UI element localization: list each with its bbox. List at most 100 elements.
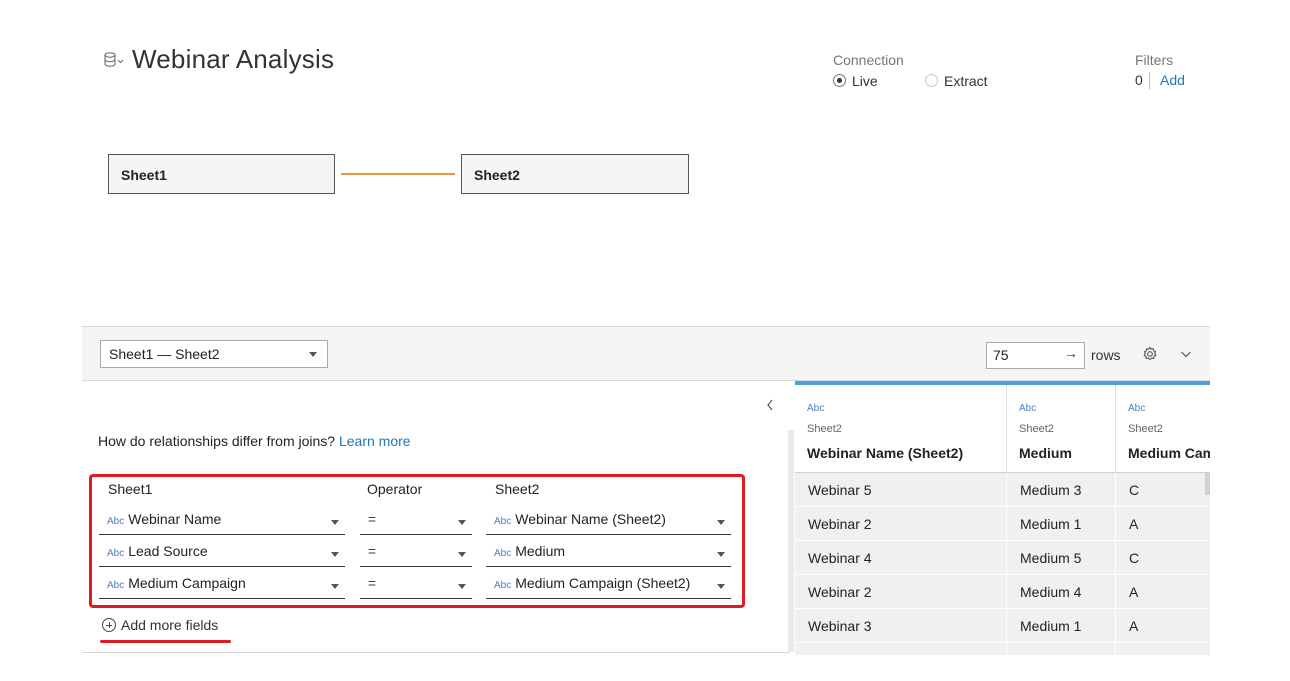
caret-down-icon (331, 552, 339, 557)
table-cell[interactable]: Medium 1 (1007, 507, 1116, 541)
column-source: Sheet2 (807, 423, 842, 435)
caret-down-icon (717, 520, 725, 525)
table-cell[interactable]: C (1116, 473, 1210, 507)
relationship-select[interactable]: Sheet1 — Sheet2 (100, 340, 328, 368)
operator-select[interactable]: = (360, 543, 472, 567)
add-more-fields-button[interactable]: Add more fields (102, 617, 218, 633)
add-filter-link[interactable]: Add (1160, 72, 1185, 88)
live-label: Live (852, 73, 878, 89)
caret-down-icon (458, 520, 466, 525)
column-source: Sheet2 (1128, 423, 1163, 435)
right-field-value: Medium (515, 543, 566, 559)
caret-down-icon (309, 352, 317, 357)
column-name: Webinar Name (Sheet2) (807, 445, 964, 461)
table-cell[interactable]: A (1116, 643, 1210, 655)
grid-column-header[interactable]: Abc Sheet2 Webinar Name (Sheet2) (795, 385, 1007, 473)
help-question: How do relationships differ from joins? (98, 433, 336, 449)
rows-label: rows (1091, 347, 1121, 363)
highlight-underline (100, 640, 231, 643)
table-cell[interactable]: A (1116, 507, 1210, 541)
left-table-header: Sheet1 (108, 481, 153, 497)
table-cell[interactable]: A (1116, 575, 1210, 609)
table-cell[interactable]: Medium 1 (1007, 609, 1116, 643)
operator-header: Operator (367, 481, 423, 497)
caret-down-icon (717, 584, 725, 589)
table-cell[interactable]: C (1116, 541, 1210, 575)
right-field-value: Webinar Name (Sheet2) (515, 511, 666, 527)
extract-label: Extract (944, 73, 988, 89)
column-name: Medium Campaign (1128, 445, 1210, 461)
data-grid-body: Webinar 5 Medium 3 C Webinar 2 Medium 1 … (795, 473, 1210, 655)
table-row[interactable]: Webinar 2 Medium 5 A (795, 643, 1210, 655)
string-type-icon: Abc (1128, 403, 1146, 414)
caret-down-icon (717, 552, 725, 557)
left-pane-scrollbar[interactable] (788, 430, 794, 652)
string-type-icon: Abc (807, 403, 825, 414)
caret-down-icon (458, 584, 466, 589)
table-cell[interactable]: Webinar 5 (795, 473, 1007, 507)
grid-scrollbar[interactable] (1205, 473, 1210, 495)
data-source-icon (104, 52, 124, 67)
table-cell[interactable]: Medium 5 (1007, 643, 1116, 655)
live-radio[interactable]: Live (833, 73, 878, 89)
string-type-icon: Abc (1019, 403, 1037, 414)
filters-count: 0 (1135, 72, 1143, 88)
string-type-icon: Abc (107, 580, 125, 591)
rows-apply-arrow-icon[interactable]: → (1064, 345, 1078, 361)
extract-radio[interactable]: Extract (925, 73, 988, 89)
gear-icon[interactable] (1142, 346, 1158, 362)
table-row[interactable]: Webinar 2 Medium 4 A (795, 575, 1210, 609)
column-name: Medium (1019, 445, 1072, 461)
column-source: Sheet2 (1019, 423, 1054, 435)
canvas-table-sheet1[interactable]: Sheet1 (108, 154, 335, 194)
learn-more-link[interactable]: Learn more (339, 433, 411, 449)
left-field-select[interactable]: Abc Webinar Name (99, 511, 345, 535)
left-field-select[interactable]: Abc Lead Source (99, 543, 345, 567)
table-cell[interactable]: Webinar 2 (795, 575, 1007, 609)
string-type-icon: Abc (494, 580, 512, 591)
help-text: How do relationships differ from joins? … (98, 433, 411, 449)
operator-select[interactable]: = (360, 575, 472, 599)
table-cell[interactable]: Webinar 2 (795, 643, 1007, 655)
table-cell[interactable]: Webinar 4 (795, 541, 1007, 575)
right-field-select[interactable]: Abc Medium (486, 543, 731, 567)
table-row[interactable]: Webinar 3 Medium 1 A (795, 609, 1210, 643)
table-cell[interactable]: Medium 3 (1007, 473, 1116, 507)
table-cell[interactable]: Webinar 3 (795, 609, 1007, 643)
radio-checked-icon (833, 74, 846, 87)
grid-column-header[interactable]: Abc Sheet2 Medium (1007, 385, 1116, 473)
left-field-value: Medium Campaign (128, 575, 246, 591)
table-row[interactable]: Webinar 4 Medium 5 C (795, 541, 1210, 575)
string-type-icon: Abc (494, 516, 512, 527)
grid-column-header[interactable]: Abc Sheet2 Medium Campaign (1116, 385, 1210, 473)
filters-label: Filters (1135, 52, 1174, 68)
table-cell[interactable]: Medium 4 (1007, 575, 1116, 609)
table-cell[interactable]: A (1116, 609, 1210, 643)
page-title[interactable]: Webinar Analysis (132, 44, 334, 75)
table-cell[interactable]: Webinar 2 (795, 507, 1007, 541)
table-row[interactable]: Webinar 2 Medium 1 A (795, 507, 1210, 541)
operator-value: = (368, 543, 377, 559)
relationship-noodle[interactable] (341, 173, 455, 175)
operator-select[interactable]: = (360, 511, 472, 535)
bottom-divider (82, 652, 790, 653)
chevron-down-icon[interactable] (1180, 349, 1192, 359)
table-row[interactable]: Webinar 5 Medium 3 C (795, 473, 1210, 507)
right-table-header: Sheet2 (495, 481, 540, 497)
right-field-select[interactable]: Abc Webinar Name (Sheet2) (486, 511, 731, 535)
string-type-icon: Abc (107, 548, 125, 559)
operator-value: = (368, 511, 377, 527)
plus-circle-icon (102, 618, 116, 632)
left-field-value: Webinar Name (128, 511, 222, 527)
relationship-select-value: Sheet1 — Sheet2 (109, 346, 220, 362)
radio-unchecked-icon (925, 74, 938, 87)
caret-down-icon (331, 520, 339, 525)
canvas-table-sheet2[interactable]: Sheet2 (461, 154, 689, 194)
right-field-select[interactable]: Abc Medium Campaign (Sheet2) (486, 575, 731, 599)
caret-down-icon (458, 552, 466, 557)
left-field-select[interactable]: Abc Medium Campaign (99, 575, 345, 599)
chevron-left-icon[interactable] (765, 398, 775, 412)
right-field-value: Medium Campaign (Sheet2) (515, 575, 691, 591)
string-type-icon: Abc (107, 516, 125, 527)
table-cell[interactable]: Medium 5 (1007, 541, 1116, 575)
